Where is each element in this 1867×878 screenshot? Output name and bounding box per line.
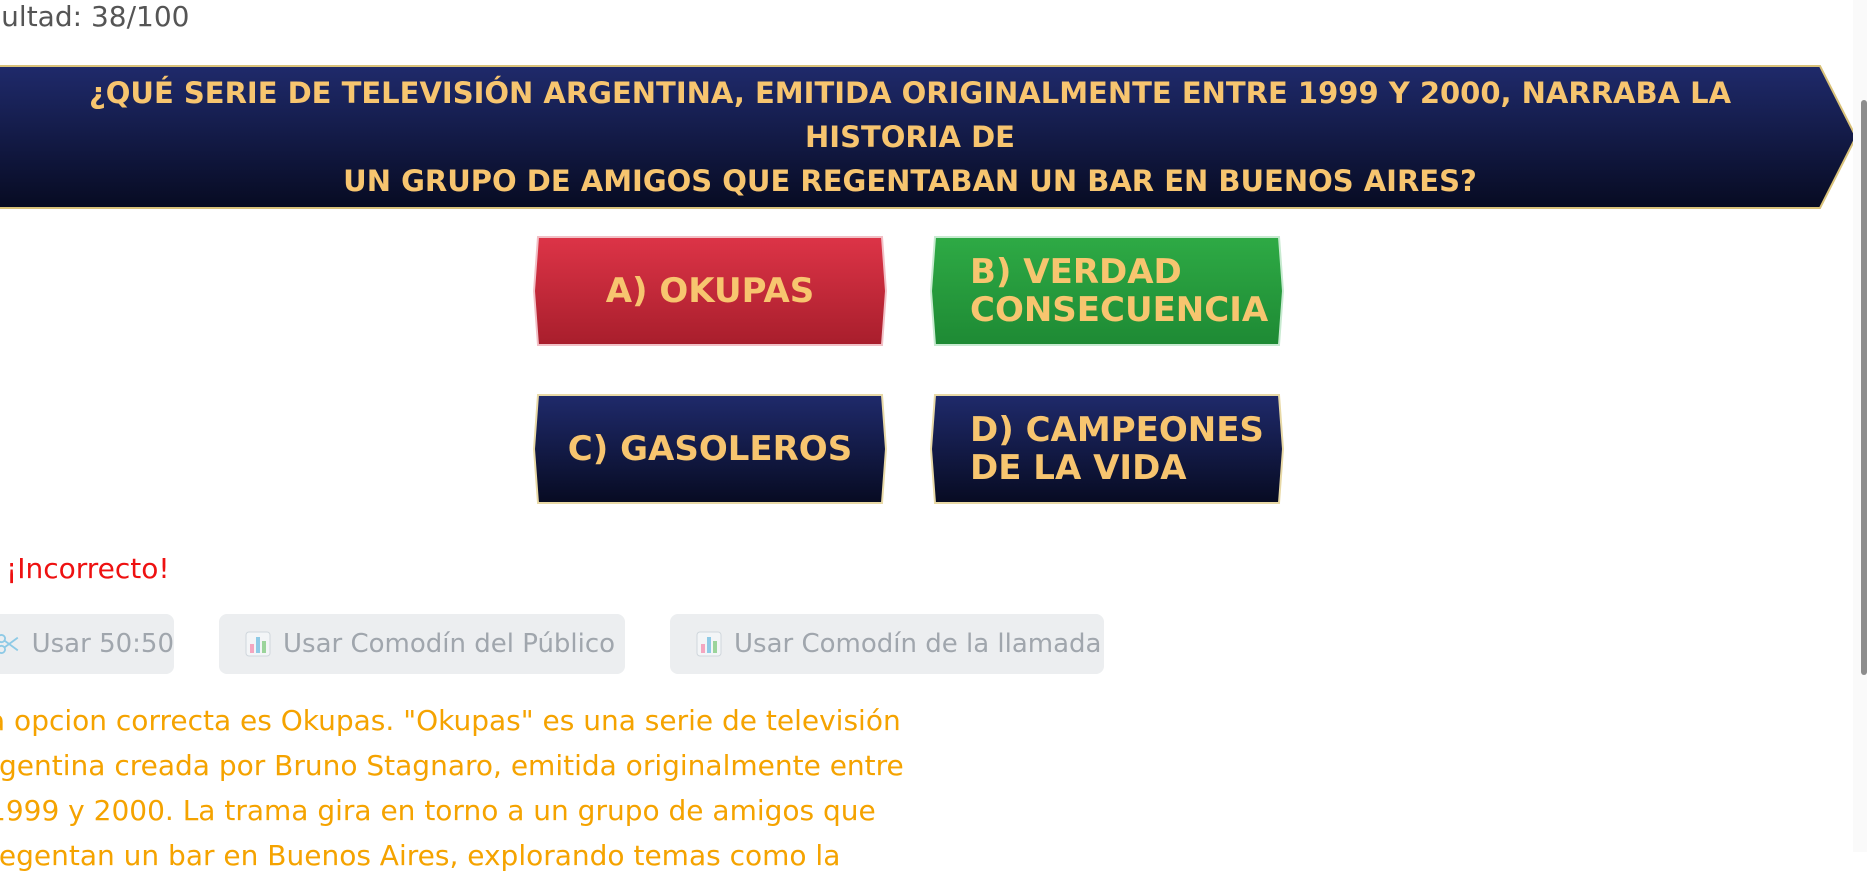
difficulty-indicator: icultad: 38/100 [0,0,190,33]
explanation-line: regentan un bar en Buenos Aires, explora… [0,839,841,872]
answer-a-label: A) OKUPAS [605,271,815,311]
answer-b-label-line-2: CONSECUENCIA [970,290,1269,330]
fifty-fifty-label: Usar 50:50 [31,629,174,659]
question-line-2: UN GRUPO DE AMIGOS QUE REGENTABAN UN BAR… [343,164,1477,198]
question-line-1: ¿QUÉ SERIE DE TELEVISIÓN ARGENTINA, EMIT… [88,76,1732,154]
answer-c-label: C) GASOLEROS [567,429,853,469]
answer-c-button[interactable]: C) GASOLEROS [533,393,887,505]
fifty-fifty-button[interactable]: Usar 50:50 [0,614,174,674]
answer-b-label-line-1: B) VERDAD [970,252,1182,292]
answer-b-button[interactable]: B) VERDAD CONSECUENCIA [930,235,1284,347]
answer-a-button[interactable]: A) OKUPAS [533,235,887,347]
question-text: ¿QUÉ SERIE DE TELEVISIÓN ARGENTINA, EMIT… [0,64,1830,210]
bar-chart-icon [696,631,722,657]
call-lifeline-label: Usar Comodín de la llamada [734,629,1102,659]
bar-chart-icon [245,631,271,657]
call-lifeline-button[interactable]: Usar Comodín de la llamada [670,614,1104,674]
answer-d-label-line-1: D) CAMPEONES [970,410,1264,450]
public-lifeline-button[interactable]: Usar Comodín del Público [219,614,625,674]
explanation-line: 1999 y 2000. La trama gira en torno a un… [0,794,876,827]
question-banner: ¿QUÉ SERIE DE TELEVISIÓN ARGENTINA, EMIT… [0,64,1858,210]
result-message: ¡Incorrecto! [6,552,170,585]
public-lifeline-label: Usar Comodín del Público [283,629,616,659]
explanation-line: a opcion correcta es Okupas. "Okupas" es… [0,704,901,737]
explanation-line: rgentina creada por Bruno Stagnaro, emit… [0,749,904,782]
answer-d-button[interactable]: D) CAMPEONES DE LA VIDA [930,393,1284,505]
answer-explanation: a opcion correcta es Okupas. "Okupas" es… [0,698,904,878]
scissors-icon [0,634,19,654]
answer-d-label-line-2: DE LA VIDA [970,448,1187,488]
scrollbar-thumb[interactable] [1861,100,1867,675]
